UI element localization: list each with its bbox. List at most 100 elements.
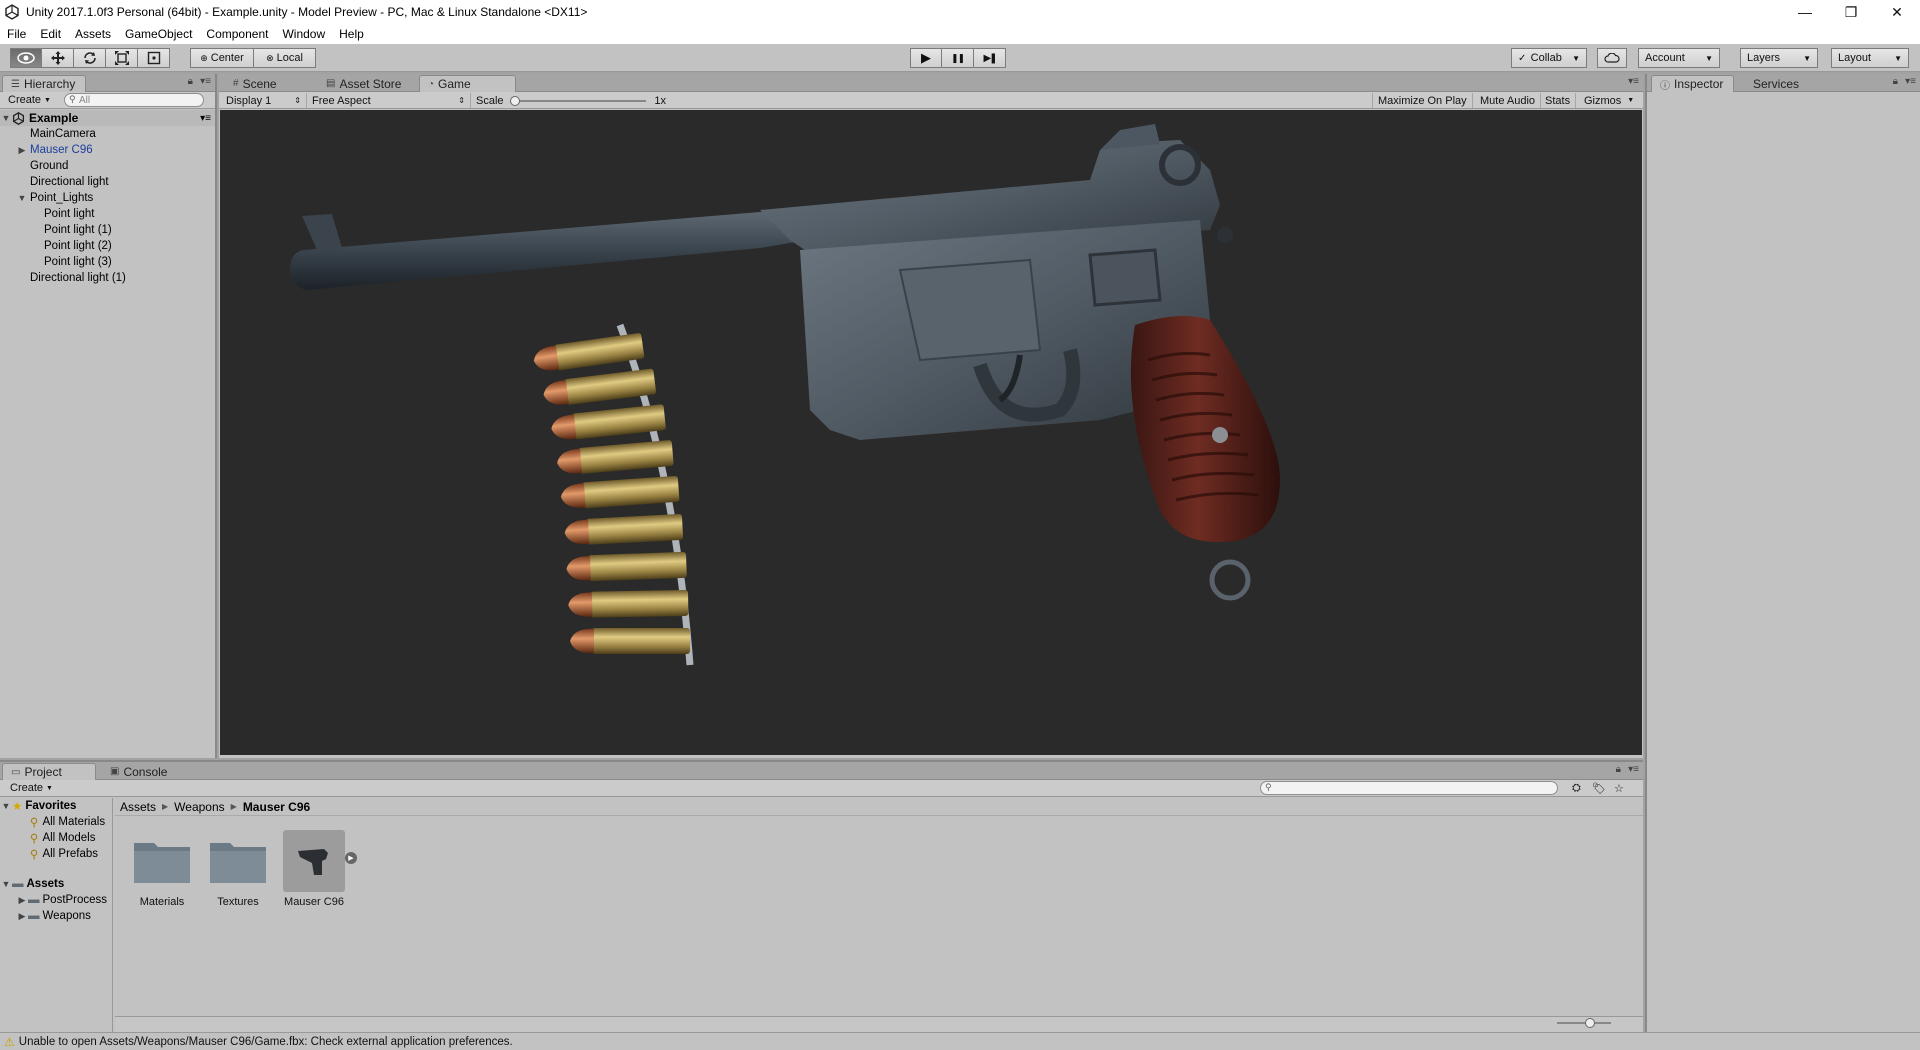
rect-tool-button[interactable]: [138, 48, 170, 68]
scale-slider[interactable]: [509, 95, 647, 107]
menu-file[interactable]: File: [0, 27, 33, 41]
save-search-star-icon[interactable]: ☆: [1610, 781, 1628, 795]
expand-arrow-icon[interactable]: ▶: [345, 852, 357, 864]
favorite-item[interactable]: ⚲ All Prefabs: [0, 846, 112, 862]
hierarchy-search-placeholder: All: [79, 94, 91, 106]
hierarchy-item[interactable]: Point light: [0, 206, 215, 222]
panel-menu-icon[interactable]: ▾≡: [1628, 764, 1639, 775]
play-button[interactable]: ▶: [910, 48, 942, 68]
tab-hierarchy[interactable]: ☰ Hierarchy: [2, 75, 87, 92]
asset-tile-mauser-c96[interactable]: ▶ Mauser C96: [276, 830, 357, 908]
scene-row[interactable]: ▼ Example ▾≡: [0, 110, 215, 126]
breadcrumb-item[interactable]: Assets: [120, 800, 156, 814]
account-dropdown[interactable]: Account ▼: [1638, 48, 1720, 68]
move-tool-button[interactable]: [42, 48, 74, 68]
rotate-tool-button[interactable]: [74, 48, 106, 68]
minimize-button[interactable]: —: [1782, 0, 1828, 24]
status-message: Unable to open Assets/Weapons/Mauser C96…: [18, 1035, 513, 1048]
hierarchy-panel: ☰ Hierarchy 🔒︎ ▾≡ Create ▼ ⚲ All ▼ Examp…: [0, 74, 217, 758]
lock-icon[interactable]: 🔒︎: [188, 76, 193, 87]
hierarchy-item[interactable]: Directional light: [0, 174, 215, 190]
display-dropdown[interactable]: Display 1 ⇕: [221, 93, 307, 108]
project-create-button[interactable]: Create ▼: [6, 781, 57, 795]
menu-component[interactable]: Component: [199, 27, 275, 41]
hierarchy-create-button[interactable]: Create ▼: [4, 93, 55, 107]
collab-dropdown[interactable]: ✓ Collab ▼: [1511, 48, 1587, 68]
search-icon: ⚲: [30, 817, 39, 829]
scene-menu-icon[interactable]: ▾≡: [200, 113, 211, 124]
scale-slider-thumb[interactable]: [509, 95, 520, 106]
asset-folder-row[interactable]: ▶ ▬ Weapons: [0, 908, 112, 924]
menu-edit[interactable]: Edit: [33, 27, 68, 41]
hierarchy-item[interactable]: Ground: [0, 158, 215, 174]
fold-open-icon[interactable]: ▼: [0, 801, 12, 811]
tab-services[interactable]: Services: [1745, 75, 1809, 92]
panel-menu-icon[interactable]: ▾≡: [200, 76, 211, 87]
project-bottom-bar: [115, 1016, 1643, 1032]
breadcrumb-current[interactable]: Mauser C96: [243, 800, 310, 814]
cartridge-stack: [533, 333, 690, 654]
tab-scene[interactable]: # Scene: [225, 75, 287, 92]
scale-tool-button[interactable]: [106, 48, 138, 68]
panel-menu-icon[interactable]: ▾≡: [1628, 76, 1639, 87]
layers-dropdown[interactable]: Layers ▼: [1740, 48, 1818, 68]
close-button[interactable]: ✕: [1874, 0, 1920, 24]
asset-tile-textures[interactable]: Textures: [200, 830, 276, 908]
stats-toggle[interactable]: Stats: [1540, 93, 1577, 108]
breadcrumb-item[interactable]: Weapons: [174, 800, 224, 814]
project-search-input[interactable]: ⚲: [1260, 781, 1558, 795]
gizmos-dropdown[interactable]: Gizmos ▼: [1579, 93, 1639, 108]
search-by-label-icon[interactable]: 🏷︎: [1588, 781, 1610, 795]
asset-tile-materials[interactable]: Materials: [124, 830, 200, 908]
asset-folder-row[interactable]: ▶ ▬ PostProcess: [0, 892, 112, 908]
layout-dropdown[interactable]: Layout ▼: [1831, 48, 1909, 68]
tab-project[interactable]: ▭ Project: [2, 763, 96, 780]
tab-game[interactable]: ◔ Game: [419, 75, 516, 92]
hierarchy-item[interactable]: Point light (3): [0, 254, 215, 270]
fold-closed-icon[interactable]: ▶: [16, 145, 28, 156]
pivot-mode-button[interactable]: ⊕ Center: [190, 48, 254, 68]
dropdown-arrow-icon: ▼: [1627, 97, 1635, 104]
lock-icon[interactable]: 🔒︎: [1616, 764, 1621, 775]
assets-root-row[interactable]: ▼ ▬ Assets: [0, 876, 112, 892]
maximize-on-play-toggle[interactable]: Maximize On Play: [1372, 93, 1473, 108]
hierarchy-item[interactable]: Point light (1): [0, 222, 215, 238]
status-bar[interactable]: ⚠ Unable to open Assets/Weapons/Mauser C…: [0, 1032, 1920, 1050]
pause-button[interactable]: ❚❚: [942, 48, 974, 68]
favorites-row[interactable]: ▼ ★ Favorites: [0, 798, 112, 814]
hierarchy-item[interactable]: MainCamera: [0, 126, 215, 142]
asset-tile-label: Materials: [139, 896, 185, 908]
pivot-rotation-button[interactable]: ⊗ Local: [254, 48, 316, 68]
hierarchy-item[interactable]: Point light (2): [0, 238, 215, 254]
game-viewport[interactable]: [220, 110, 1642, 755]
menu-window[interactable]: Window: [275, 27, 332, 41]
hierarchy-item[interactable]: ▶ Mauser C96: [0, 142, 215, 158]
cloud-button[interactable]: [1597, 48, 1627, 68]
hierarchy-item[interactable]: ▼ Point_Lights: [0, 190, 215, 206]
fold-closed-icon[interactable]: ▶: [16, 911, 28, 922]
favorite-item[interactable]: ⚲ All Materials: [0, 814, 112, 830]
panel-menu-icon[interactable]: ▾≡: [1905, 76, 1916, 87]
aspect-dropdown[interactable]: Free Aspect ⇕: [307, 93, 471, 108]
mute-audio-toggle[interactable]: Mute Audio: [1475, 93, 1542, 108]
icon-size-slider-thumb[interactable]: [1585, 1018, 1595, 1028]
tab-inspector[interactable]: ⓘ Inspector: [1651, 75, 1735, 92]
tab-asset-store[interactable]: ▤ Asset Store: [318, 75, 411, 92]
fold-open-icon[interactable]: ▼: [16, 193, 28, 203]
menu-assets[interactable]: Assets: [68, 27, 118, 41]
tab-console[interactable]: ▣ Console: [102, 763, 177, 780]
fold-open-icon[interactable]: ▼: [0, 113, 12, 123]
search-by-type-icon[interactable]: ⛭: [1568, 781, 1585, 795]
hierarchy-search-input[interactable]: ⚲ All: [64, 93, 204, 107]
icon-size-slider[interactable]: [1557, 1018, 1611, 1028]
fold-open-icon[interactable]: ▼: [0, 879, 12, 889]
restore-button[interactable]: ❐: [1828, 0, 1874, 24]
hierarchy-item[interactable]: Directional light (1): [0, 270, 215, 286]
step-button[interactable]: ▶❚: [974, 48, 1006, 68]
fold-closed-icon[interactable]: ▶: [16, 895, 28, 906]
favorite-item[interactable]: ⚲ All Models: [0, 830, 112, 846]
view-tool-button[interactable]: [10, 48, 42, 68]
menu-gameobject[interactable]: GameObject: [118, 27, 199, 41]
lock-icon[interactable]: 🔒︎: [1893, 76, 1898, 87]
menu-help[interactable]: Help: [332, 27, 371, 41]
